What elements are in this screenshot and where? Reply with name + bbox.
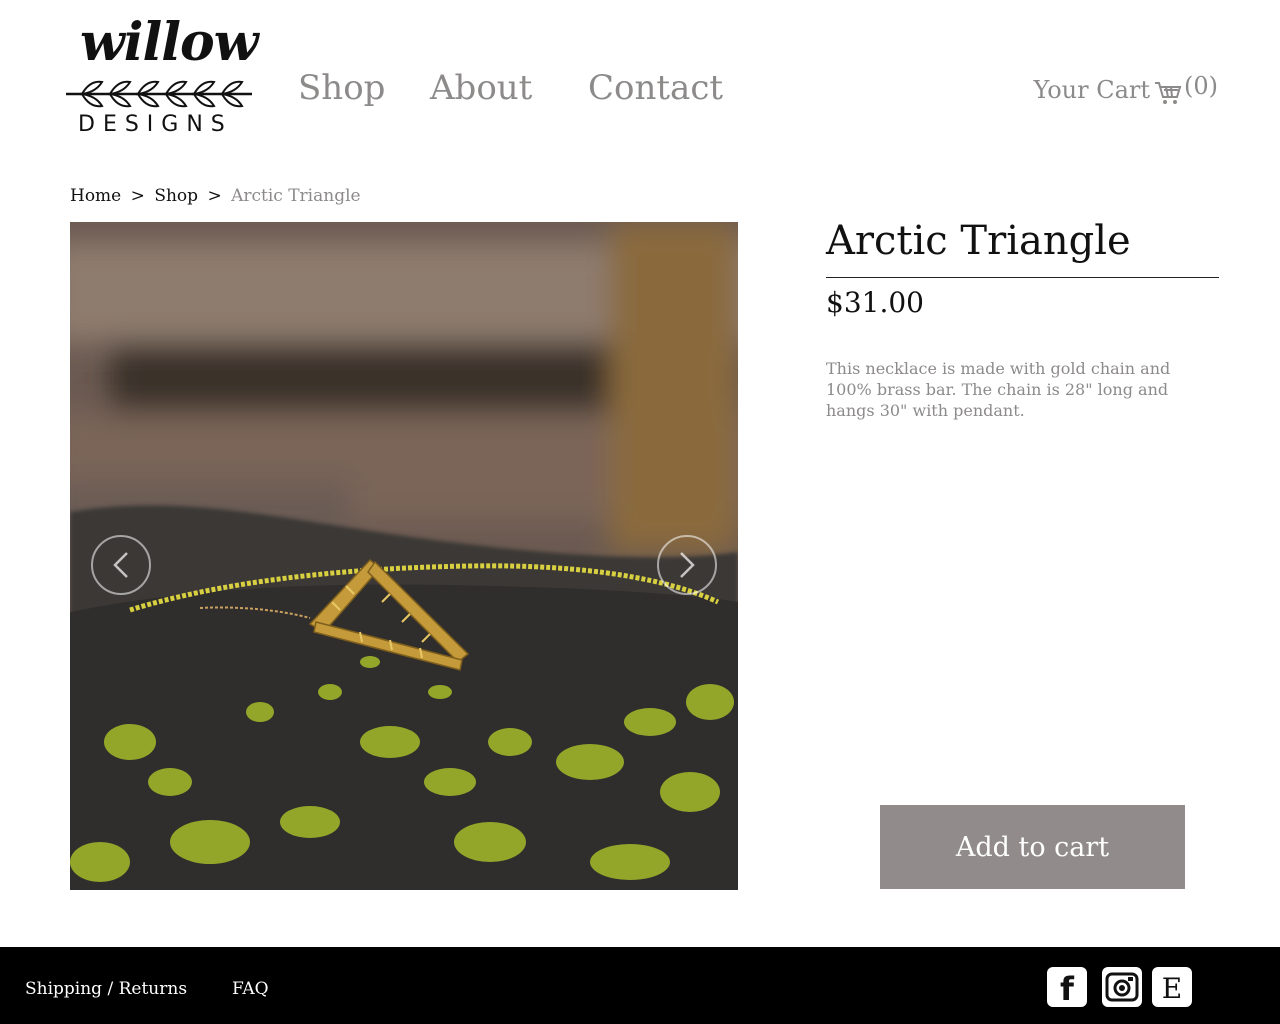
title-divider xyxy=(826,277,1219,278)
chevron-right-icon xyxy=(680,552,695,578)
facebook-icon[interactable]: f xyxy=(1047,967,1087,1007)
product-photo-necklace xyxy=(70,222,738,890)
cart-count: (0) xyxy=(1184,72,1218,100)
etsy-icon[interactable]: E xyxy=(1152,967,1192,1007)
product-title: Arctic Triangle xyxy=(826,218,1131,264)
nav-contact[interactable]: Contact xyxy=(588,68,723,108)
shopping-cart-icon xyxy=(1155,82,1182,104)
breadcrumb-separator: > xyxy=(130,186,145,206)
footer: Shipping / Returns FAQ f E xyxy=(0,947,1280,1024)
nav-shop[interactable]: Shop xyxy=(298,68,385,108)
breadcrumb-home[interactable]: Home xyxy=(70,186,121,206)
cart-link[interactable]: Your Cart (0) xyxy=(1033,72,1218,106)
svg-text:E: E xyxy=(1162,972,1182,1005)
footer-link-faq[interactable]: FAQ xyxy=(232,979,269,999)
product-image xyxy=(70,222,738,890)
breadcrumb-shop[interactable]: Shop xyxy=(154,186,198,206)
etsy-glyph: E xyxy=(1162,972,1182,1005)
previous-image-button[interactable] xyxy=(91,535,151,595)
nav-about[interactable]: About xyxy=(430,68,532,108)
footer-link-shipping-returns[interactable]: Shipping / Returns xyxy=(25,979,187,999)
leaf-branch-icon xyxy=(66,80,252,108)
svg-text:f: f xyxy=(1060,970,1075,1007)
product-price: $31.00 xyxy=(826,286,924,319)
breadcrumb-separator: > xyxy=(207,186,222,206)
camera-glyph xyxy=(1105,972,1139,1002)
chevron-left-icon xyxy=(113,552,128,578)
instagram-icon[interactable] xyxy=(1102,967,1142,1007)
cart-label: Your Cart xyxy=(1033,76,1150,104)
next-image-button[interactable] xyxy=(657,535,717,595)
add-to-cart-button[interactable]: Add to cart xyxy=(880,805,1185,889)
product-description: This necklace is made with gold chain an… xyxy=(826,359,1171,420)
logo-subtitle: DESIGNS xyxy=(78,112,233,137)
facebook-glyph: f xyxy=(1060,970,1075,1007)
willow-designs-logo[interactable]: willow DESIGNS xyxy=(62,12,262,147)
breadcrumb: Home > Shop > Arctic Triangle xyxy=(70,186,361,206)
logo-wordmark: willow xyxy=(80,12,258,73)
breadcrumb-current: Arctic Triangle xyxy=(231,186,361,206)
